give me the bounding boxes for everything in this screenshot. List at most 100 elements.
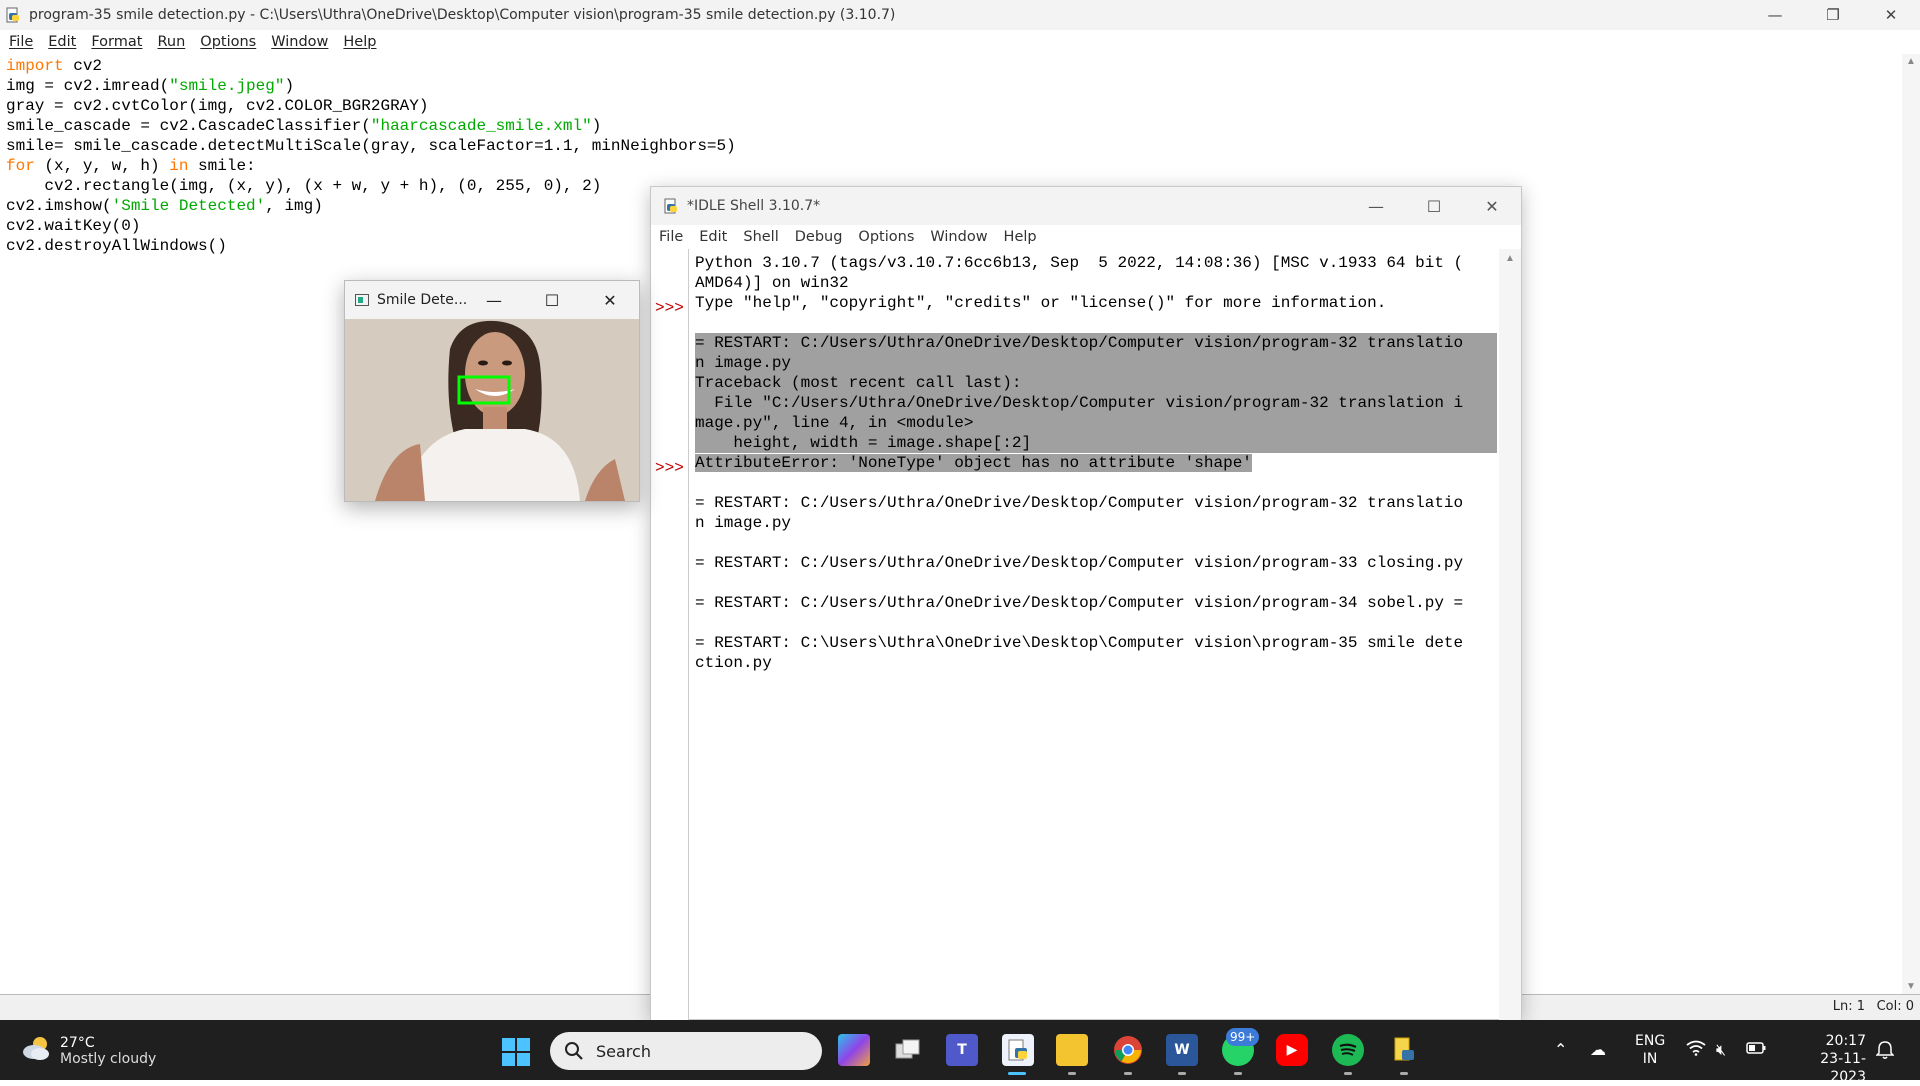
file-explorer-icon[interactable] (1056, 1034, 1088, 1066)
code-editor[interactable]: import cv2 img = cv2.imread("smile.jpeg")… (6, 56, 736, 256)
selected-output-line: Traceback (most recent call last): (695, 373, 1497, 393)
output-line: n image.py (695, 514, 792, 532)
wifi-icon[interactable] (1686, 1040, 1706, 1060)
menu-window[interactable]: Window (930, 229, 987, 245)
notification-bell-icon[interactable] (1875, 1040, 1895, 1064)
app-running-indicator (1400, 1072, 1408, 1075)
code-line: import cv2 (6, 57, 103, 75)
idle-icon[interactable] (1002, 1034, 1034, 1066)
code-line: img = cv2.imread("smile.jpeg") (6, 77, 295, 95)
code-line: cv2.imshow('Smile Detected', img) (6, 197, 323, 215)
smile-window-titlebar[interactable]: Smile Dete... — ☐ ✕ (345, 281, 639, 319)
maximize-button[interactable]: ☐ (1405, 187, 1463, 225)
scroll-up-icon[interactable]: ▲ (1505, 253, 1515, 264)
code-line: cv2.waitKey(0) (6, 217, 141, 235)
output-line: = RESTART: C:\Users\Uthra\OneDrive\Deskt… (695, 634, 1464, 652)
chrome-icon[interactable] (1112, 1034, 1144, 1066)
region-code: IN (1642, 1051, 1658, 1067)
output-line: = RESTART: C:/Users/Uthra/OneDrive/Deskt… (695, 494, 1464, 512)
python-file-icon[interactable] (1388, 1034, 1420, 1066)
minimize-button[interactable]: — (1347, 187, 1405, 225)
chevron-up-icon[interactable]: ⌃ (1554, 1040, 1567, 1059)
taskbar: 27°C Mostly cloudy Search T W 99+ ▶ ⌃ ☁ … (0, 1020, 1920, 1085)
selected-output-line: File "C:/Users/Uthra/OneDrive/Desktop/Co… (695, 393, 1497, 413)
restore-button[interactable]: ❐ (1804, 0, 1862, 30)
scroll-down-icon[interactable]: ▼ (1906, 981, 1916, 992)
teams-icon[interactable]: T (946, 1034, 978, 1066)
start-button[interactable] (502, 1038, 530, 1066)
output-line: Type "help", "copyright", "credits" or "… (695, 294, 1387, 312)
search-label: Search (596, 1041, 651, 1061)
menu-file[interactable]: File (9, 34, 33, 50)
close-button[interactable]: ✕ (1862, 0, 1920, 30)
notification-badge: 99+ (1226, 1028, 1260, 1046)
selected-output-line: n image.py (695, 353, 1497, 373)
menu-options[interactable]: Options (200, 34, 256, 50)
menu-options[interactable]: Options (858, 229, 914, 245)
app-running-indicator (1068, 1072, 1076, 1075)
word-icon[interactable]: W (1166, 1034, 1198, 1066)
menu-format[interactable]: Format (91, 34, 142, 50)
window-icon (355, 294, 369, 306)
menu-debug[interactable]: Debug (795, 229, 843, 245)
onedrive-icon[interactable]: ☁ (1590, 1040, 1606, 1059)
volume-muted-icon[interactable]: 🔇︎ (1716, 1040, 1726, 1060)
copilot-icon[interactable] (838, 1034, 870, 1066)
python-file-icon (5, 7, 21, 23)
menu-window[interactable]: Window (271, 34, 328, 50)
column-indicator: Col: 0 (1876, 999, 1914, 1014)
editor-titlebar[interactable]: program-35 smile detection.py - C:\Users… (0, 0, 1920, 30)
cloudy-weather-icon (20, 1032, 52, 1069)
youtube-icon[interactable]: ▶ (1276, 1034, 1308, 1066)
clock[interactable]: 20:17 23-11-2023 (1786, 1032, 1866, 1086)
minimize-button[interactable]: — (1746, 0, 1804, 30)
output-line: AMD64)] on win32 (695, 274, 849, 292)
menu-run[interactable]: Run (157, 34, 185, 50)
maximize-button[interactable]: ☐ (523, 281, 581, 319)
time: 20:17 (1825, 1033, 1866, 1049)
app-running-indicator (1344, 1072, 1352, 1075)
language-indicator[interactable]: ENG IN (1635, 1032, 1665, 1068)
smile-window-title: Smile Dete... (377, 292, 468, 308)
editor-menubar: File Edit Format Run Options Window Help (0, 30, 1920, 54)
battery-icon[interactable] (1746, 1040, 1766, 1059)
date: 23-11-2023 (1820, 1051, 1866, 1085)
shell-scrollbar[interactable]: ▲ (1499, 249, 1521, 1021)
menu-file[interactable]: File (659, 229, 683, 245)
app-running-indicator (1178, 1072, 1186, 1075)
menu-shell[interactable]: Shell (743, 229, 778, 245)
smile-detected-window: Smile Dete... — ☐ ✕ (344, 280, 640, 502)
code-line: smile= smile_cascade.detectMultiScale(gr… (6, 137, 736, 155)
editor-title: program-35 smile detection.py - C:\Users… (29, 7, 896, 23)
weather-widget[interactable]: 27°C Mostly cloudy (20, 1032, 156, 1069)
output-line: = RESTART: C:/Users/Uthra/OneDrive/Deskt… (695, 594, 1464, 612)
menu-edit[interactable]: Edit (48, 34, 76, 50)
app-running-indicator (1124, 1072, 1132, 1075)
python-file-icon (663, 198, 679, 214)
weather-temperature: 27°C (60, 1034, 95, 1051)
close-button[interactable]: ✕ (581, 281, 639, 319)
task-view-icon[interactable] (892, 1034, 924, 1066)
prompt-gutter: >>> >>> (651, 249, 689, 1021)
scroll-up-icon[interactable]: ▲ (1906, 56, 1916, 67)
editor-scrollbar[interactable]: ▲ ▼ (1902, 54, 1920, 994)
close-button[interactable]: ✕ (1463, 187, 1521, 225)
shell-titlebar[interactable]: *IDLE Shell 3.10.7* — ☐ ✕ (651, 187, 1521, 225)
minimize-button[interactable]: — (465, 281, 523, 319)
shell-output[interactable]: Python 3.10.7 (tags/v3.10.7:6cc6b13, Sep… (695, 253, 1497, 673)
language-code: ENG (1635, 1033, 1666, 1049)
code-line: gray = cv2.cvtColor(img, cv2.COLOR_BGR2G… (6, 97, 429, 115)
taskbar-search[interactable]: Search (550, 1032, 822, 1070)
output-line: Python 3.10.7 (tags/v3.10.7:6cc6b13, Sep… (695, 254, 1464, 272)
code-line: cv2.destroyAllWindows() (6, 237, 227, 255)
weather-condition: Mostly cloudy (60, 1050, 157, 1067)
code-line: for (x, y, w, h) in smile: (6, 157, 256, 175)
code-line: cv2.rectangle(img, (x, y), (x + w, y + h… (6, 177, 602, 195)
selected-output-line: = RESTART: C:/Users/Uthra/OneDrive/Deskt… (695, 333, 1497, 353)
spotify-icon[interactable] (1332, 1034, 1364, 1066)
menu-help[interactable]: Help (343, 34, 376, 50)
selected-output-line: mage.py", line 4, in <module> (695, 413, 1497, 433)
menu-help[interactable]: Help (1004, 229, 1037, 245)
selected-output-line: height, width = image.shape[:2] (695, 433, 1497, 453)
menu-edit[interactable]: Edit (699, 229, 727, 245)
